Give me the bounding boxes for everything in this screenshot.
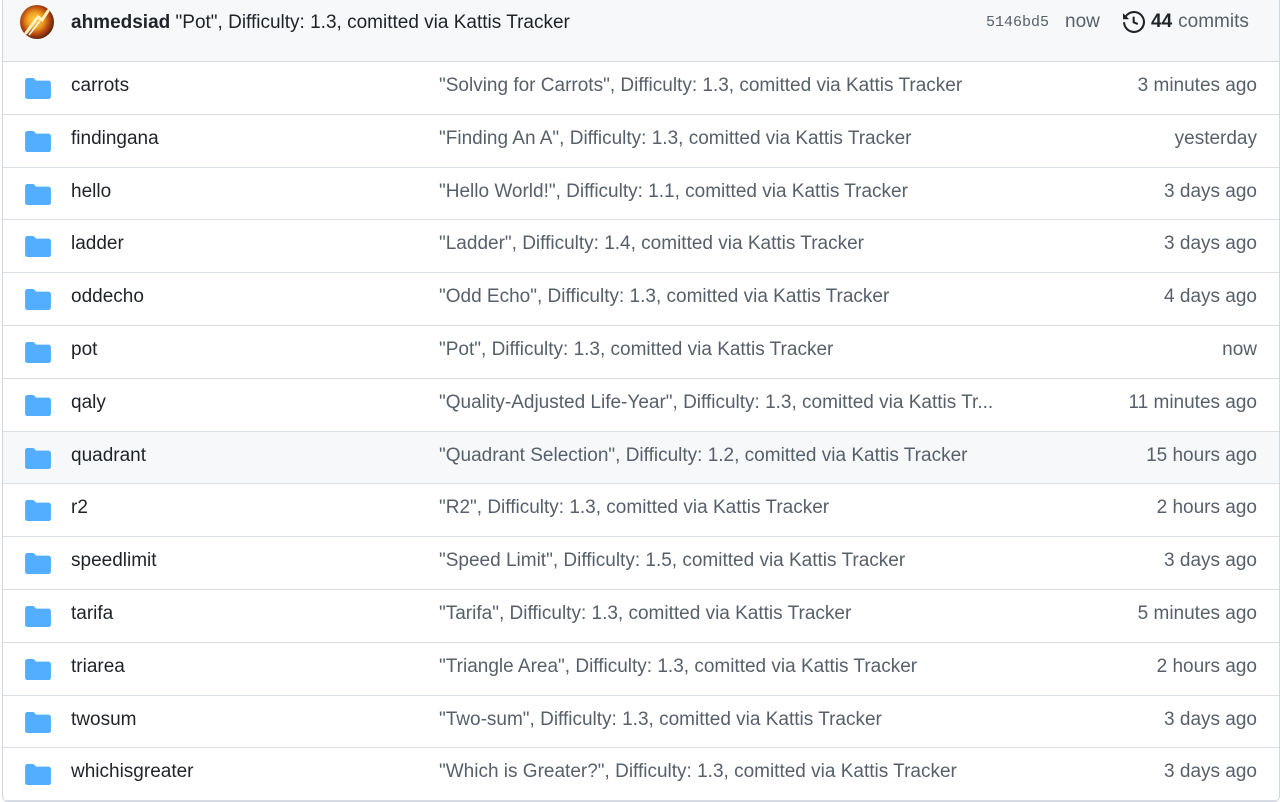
file-commit-age: 3 days ago bbox=[1164, 761, 1257, 783]
commit-count: 44 bbox=[1151, 11, 1173, 32]
history-icon bbox=[1123, 11, 1145, 33]
file-commit-age: 2 hours ago bbox=[1156, 655, 1257, 677]
file-commit-message-link[interactable]: "R2", Difficulty: 1.3, comitted via Katt… bbox=[439, 497, 1029, 519]
file-name-link[interactable]: hello bbox=[71, 181, 111, 203]
file-name-link[interactable]: findingana bbox=[71, 128, 159, 150]
file-name-link[interactable]: speedlimit bbox=[71, 550, 157, 572]
file-row[interactable]: whichisgreater "Which is Greater?", Diffi… bbox=[3, 748, 1279, 801]
file-row[interactable]: triarea "Triangle Area", Difficulty: 1.3,… bbox=[3, 643, 1279, 696]
file-row[interactable]: quadrant "Quadrant Selection", Difficulty… bbox=[3, 431, 1279, 485]
file-row[interactable]: r2 "R2", Difficulty: 1.3, comitted via Ka… bbox=[3, 484, 1279, 538]
commit-hash-link[interactable]: 5146bd5 bbox=[986, 14, 1049, 31]
file-commit-message-link[interactable]: "Finding An A", Difficulty: 1.3, comitte… bbox=[439, 128, 1029, 150]
file-row[interactable]: tarifa "Tarifa", Difficulty: 1.3, comitte… bbox=[3, 590, 1279, 643]
file-commit-message-link[interactable]: "Triangle Area", Difficulty: 1.3, comitt… bbox=[439, 656, 1029, 678]
file-commit-age: 11 minutes ago bbox=[1128, 391, 1257, 413]
folder-icon bbox=[25, 289, 51, 311]
commit-author-link[interactable]: ahmedsiad bbox=[71, 12, 170, 33]
commit-history-link[interactable]: 44 commits bbox=[1123, 8, 1249, 36]
file-row[interactable]: ladder "Ladder", Difficulty: 1.4, comitte… bbox=[3, 220, 1279, 274]
file-name-link[interactable]: triarea bbox=[71, 656, 125, 678]
latest-commit-message: ahmedsiad "Pot", Difficulty: 1.3, comitt… bbox=[71, 11, 570, 35]
latest-commit-bar: ahmedsiad "Pot", Difficulty: 1.3, comitt… bbox=[3, 0, 1279, 62]
folder-icon bbox=[25, 130, 51, 152]
file-commit-age: 4 days ago bbox=[1164, 286, 1257, 308]
folder-icon bbox=[25, 605, 51, 627]
file-commit-age: 15 hours ago bbox=[1146, 444, 1257, 466]
file-commit-age: 3 days ago bbox=[1164, 550, 1257, 572]
file-commit-message-link[interactable]: "Quadrant Selection", Difficulty: 1.2, c… bbox=[439, 445, 1029, 467]
file-row[interactable]: findingana "Finding An A", Difficulty: 1.… bbox=[3, 115, 1279, 168]
avatar-image bbox=[24, 9, 50, 36]
file-commit-message-link[interactable]: "Ladder", Difficulty: 1.4, comitted via … bbox=[439, 233, 1029, 255]
file-commit-age: 3 minutes ago bbox=[1137, 75, 1257, 96]
file-row[interactable]: speedlimit "Speed Limit", Difficulty: 1.5… bbox=[3, 537, 1279, 590]
file-commit-age: 3 days ago bbox=[1164, 180, 1257, 202]
file-commit-age: yesterday bbox=[1174, 127, 1257, 149]
file-commit-message-link[interactable]: "Odd Echo", Difficulty: 1.3, comitted vi… bbox=[439, 286, 1029, 308]
file-row[interactable]: hello "Hello World!", Difficulty: 1.1, co… bbox=[3, 168, 1279, 221]
file-row[interactable]: carrots "Solving for Carrots", Difficulty… bbox=[3, 62, 1279, 115]
file-row[interactable]: qaly "Quality-Adjusted Life-Year", Diffic… bbox=[3, 379, 1279, 432]
file-commit-message-link[interactable]: "Pot", Difficulty: 1.3, comitted via Kat… bbox=[439, 339, 1029, 361]
file-commit-message-link[interactable]: "Quality-Adjusted Life-Year", Difficulty… bbox=[439, 392, 1029, 414]
file-list: carrots "Solving for Carrots", Difficulty… bbox=[3, 62, 1279, 801]
commit-time: now bbox=[1065, 11, 1100, 32]
folder-icon bbox=[25, 78, 51, 99]
file-commit-age: 3 days ago bbox=[1164, 708, 1257, 730]
file-name-link[interactable]: qaly bbox=[71, 392, 106, 414]
file-name-link[interactable]: whichisgreater bbox=[71, 761, 194, 783]
file-name-link[interactable]: pot bbox=[71, 339, 97, 361]
folder-icon bbox=[25, 236, 51, 258]
file-row[interactable]: oddecho "Odd Echo", Difficulty: 1.3, comi… bbox=[3, 273, 1279, 326]
file-commit-message-link[interactable]: "Which is Greater?", Difficulty: 1.3, co… bbox=[439, 761, 1029, 783]
file-name-link[interactable]: ladder bbox=[71, 233, 124, 255]
folder-icon bbox=[25, 394, 51, 416]
file-name-link[interactable]: quadrant bbox=[71, 445, 146, 467]
folder-icon bbox=[25, 658, 51, 680]
author-avatar[interactable] bbox=[20, 5, 54, 39]
file-commit-message-link[interactable]: "Hello World!", Difficulty: 1.1, comitte… bbox=[439, 181, 1029, 203]
commit-message-link[interactable]: "Pot", Difficulty: 1.3, comitted via Kat… bbox=[176, 12, 570, 33]
folder-icon bbox=[25, 553, 51, 575]
file-name-link[interactable]: r2 bbox=[71, 497, 88, 519]
folder-icon bbox=[25, 711, 51, 733]
file-commit-message-link[interactable]: "Tarifa", Difficulty: 1.3, comitted via … bbox=[439, 603, 1029, 625]
folder-icon bbox=[25, 500, 51, 522]
folder-icon bbox=[25, 341, 51, 363]
file-commit-message-link[interactable]: "Speed Limit", Difficulty: 1.5, comitted… bbox=[439, 550, 1029, 572]
file-row[interactable]: pot "Pot", Difficulty: 1.3, comitted via … bbox=[3, 326, 1279, 379]
folder-icon bbox=[25, 764, 51, 786]
folder-icon bbox=[25, 183, 51, 205]
file-row[interactable]: twosum "Two-sum", Difficulty: 1.3, comitt… bbox=[3, 696, 1279, 749]
file-name-link[interactable]: twosum bbox=[71, 709, 136, 731]
file-commit-age: 2 hours ago bbox=[1156, 497, 1257, 519]
file-commit-age: now bbox=[1222, 338, 1257, 360]
file-commit-age: 3 days ago bbox=[1164, 233, 1257, 255]
file-name-link[interactable]: carrots bbox=[71, 75, 129, 97]
file-name-link[interactable]: oddecho bbox=[71, 286, 144, 308]
folder-icon bbox=[25, 447, 51, 469]
file-commit-message-link[interactable]: "Two-sum", Difficulty: 1.3, comitted via… bbox=[439, 709, 1029, 731]
file-commit-age: 5 minutes ago bbox=[1137, 602, 1257, 624]
file-name-link[interactable]: tarifa bbox=[71, 603, 113, 625]
commits-label: commits bbox=[1178, 11, 1249, 32]
file-commit-message-link[interactable]: "Solving for Carrots", Difficulty: 1.3, … bbox=[439, 75, 1029, 97]
file-browser: ahmedsiad "Pot", Difficulty: 1.3, comitt… bbox=[2, 0, 1280, 802]
